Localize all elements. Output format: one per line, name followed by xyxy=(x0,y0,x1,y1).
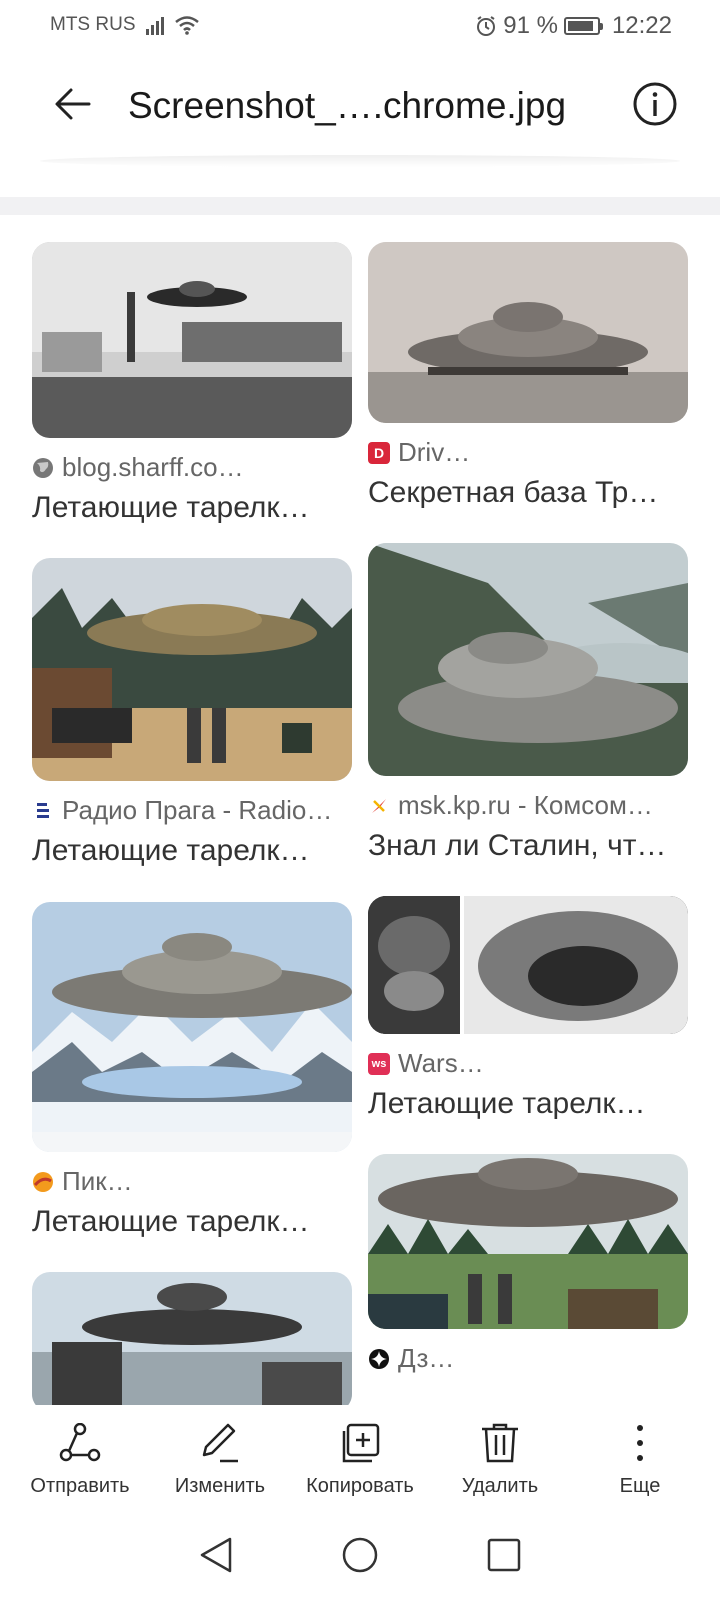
result-thumbnail[interactable] xyxy=(32,902,352,1152)
source-label: Дз… xyxy=(398,1343,455,1373)
result-card[interactable]: Дз… xyxy=(368,1154,688,1374)
result-card[interactable]: msk.kp.ru - Комсом… Знал ли Сталин, чт… xyxy=(368,543,688,863)
result-source: Пик… xyxy=(32,1166,352,1197)
copy-label: Копировать xyxy=(306,1475,414,1497)
wars-logo-icon: ws xyxy=(368,1052,390,1075)
result-thumbnail[interactable] xyxy=(368,1154,688,1329)
system-nav-bar xyxy=(0,1510,720,1600)
share-icon xyxy=(59,1423,101,1462)
home-nav-icon xyxy=(342,1537,378,1573)
result-card[interactable]: blog.sharff.co… Летающие тарелк… xyxy=(32,242,352,525)
battery-percent: 91 % xyxy=(503,12,558,39)
result-source: msk.kp.ru - Комсом… xyxy=(368,790,688,821)
image-results: blog.sharff.co… Летающие тарелк… D Driv…… xyxy=(0,215,720,1405)
result-source: Радио Прага - Radio… xyxy=(32,795,352,826)
pencil-icon xyxy=(202,1423,238,1463)
more-label: Еще xyxy=(619,1475,661,1497)
source-label: blog.sharff.co… xyxy=(62,452,244,482)
section-divider xyxy=(0,197,720,215)
copy-button[interactable]: Копировать xyxy=(290,1405,430,1505)
pikabu-logo-icon xyxy=(33,1171,53,1192)
drive2-logo-icon: D xyxy=(368,441,390,464)
app-header: Screenshot_….chrome.jpg xyxy=(0,55,720,160)
send-button[interactable]: Отправить xyxy=(10,1405,150,1505)
result-thumbnail[interactable] xyxy=(368,242,688,423)
radio-praha-icon xyxy=(37,802,49,818)
back-nav-icon xyxy=(200,1537,232,1573)
result-thumbnail[interactable] xyxy=(368,543,688,776)
result-source: ws Wars… xyxy=(368,1048,688,1079)
result-caption: Знал ли Сталин, чт… xyxy=(368,829,667,862)
alarm-icon xyxy=(477,16,496,36)
source-label: Радио Прага - Radio… xyxy=(62,795,333,825)
source-label: Пик… xyxy=(62,1166,133,1196)
result-card[interactable] xyxy=(32,1272,352,1405)
result-card[interactable]: Пик… Летающие тарелк… xyxy=(32,902,352,1239)
nav-home-button[interactable] xyxy=(338,1533,382,1577)
delete-button[interactable]: Удалить xyxy=(430,1405,570,1505)
carrier-label: MTS RUS xyxy=(50,14,136,35)
copy-icon xyxy=(342,1423,380,1463)
result-caption: Летающие тарелк… xyxy=(32,834,310,867)
result-source: blog.sharff.co… xyxy=(32,452,352,483)
result-card[interactable]: ws Wars… Летающие тарелк… xyxy=(368,896,688,1121)
result-source: Дз… xyxy=(368,1343,688,1374)
dzen-logo-icon xyxy=(369,1348,389,1369)
more-vertical-icon xyxy=(637,1425,643,1461)
result-caption: Секретная база Тр… xyxy=(368,476,659,509)
signal-icon xyxy=(145,15,164,35)
result-thumbnail[interactable] xyxy=(32,242,352,438)
result-caption: Летающие тарелк… xyxy=(368,1087,646,1120)
clock: 12:22 xyxy=(611,12,672,39)
battery-icon xyxy=(563,17,603,35)
result-thumbnail[interactable] xyxy=(32,558,352,781)
source-label: msk.kp.ru - Комсом… xyxy=(398,790,653,820)
back-button[interactable] xyxy=(48,79,98,129)
status-bar: MTS RUS 91 % 12:22 xyxy=(0,0,720,52)
info-icon xyxy=(633,82,677,126)
edit-button[interactable]: Изменить xyxy=(150,1405,290,1505)
result-source: D Driv… xyxy=(368,437,688,468)
result-caption: Летающие тарелк… xyxy=(32,491,310,524)
status-left: MTS RUS xyxy=(50,14,200,36)
result-thumbnail[interactable] xyxy=(368,896,688,1034)
status-right: 91 % 12:22 xyxy=(475,12,672,40)
send-label: Отправить xyxy=(30,1475,130,1497)
file-title: Screenshot_….chrome.jpg xyxy=(128,85,567,126)
nav-recents-button[interactable] xyxy=(482,1533,526,1577)
result-card[interactable]: D Driv… Секретная база Тр… xyxy=(368,242,688,510)
source-label: Driv… xyxy=(398,437,471,467)
info-button[interactable] xyxy=(632,81,678,127)
bottom-toolbar: Отправить Изменить Копировать Удалить Ещ… xyxy=(0,1405,720,1505)
kp-logo-icon xyxy=(372,798,386,813)
edit-label: Изменить xyxy=(174,1475,266,1497)
trash-icon xyxy=(482,1423,518,1463)
result-thumbnail[interactable] xyxy=(32,1272,352,1405)
wifi-icon xyxy=(174,16,199,35)
nav-back-button[interactable] xyxy=(194,1533,238,1577)
delete-label: Удалить xyxy=(461,1475,539,1497)
more-button[interactable]: Еще xyxy=(570,1405,710,1505)
result-caption: Летающие тарелк… xyxy=(32,1205,310,1238)
globe-icon xyxy=(33,457,53,478)
source-label: Wars… xyxy=(398,1048,484,1078)
back-arrow-icon xyxy=(55,88,91,120)
recents-nav-icon xyxy=(487,1538,521,1572)
result-card[interactable]: Радио Прага - Radio… Летающие тарелк… xyxy=(32,558,352,868)
header-shadow xyxy=(40,155,680,167)
